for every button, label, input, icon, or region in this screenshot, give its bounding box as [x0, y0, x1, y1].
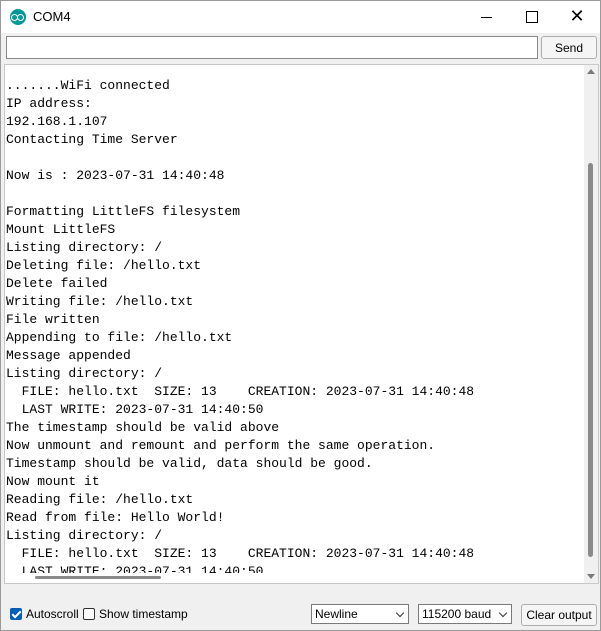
vertical-scroll-thumb[interactable]: [588, 163, 593, 557]
line-ending-select[interactable]: Newline: [311, 604, 409, 624]
serial-monitor-window: COM4 ✕ Send .......WiFi connected IP add…: [0, 0, 601, 631]
clear-output-button[interactable]: Clear output: [521, 604, 597, 626]
show-timestamp-label[interactable]: Show timestamp: [99, 607, 188, 621]
chevron-down-icon: [498, 608, 508, 618]
horizontal-scroll-thumb[interactable]: [35, 576, 161, 579]
vertical-scrollbar[interactable]: [584, 65, 598, 583]
close-icon: ✕: [569, 6, 585, 27]
close-button[interactable]: ✕: [554, 1, 600, 33]
output-text: .......WiFi connected IP address: 192.16…: [6, 78, 475, 579]
scroll-up-icon[interactable]: [587, 69, 595, 74]
scroll-down-icon[interactable]: [587, 574, 595, 579]
minimize-icon: [480, 16, 492, 18]
chevron-down-icon: [395, 608, 405, 618]
maximize-icon: [526, 11, 538, 23]
arduino-icon: [10, 9, 26, 25]
send-input[interactable]: [6, 36, 538, 59]
maximize-button[interactable]: [509, 1, 555, 33]
line-ending-value: Newline: [315, 607, 358, 621]
horizontal-scrollbar[interactable]: [5, 573, 584, 583]
baud-rate-select[interactable]: 115200 baud: [418, 604, 512, 624]
send-button[interactable]: Send: [541, 36, 597, 59]
baud-rate-value: 115200 baud: [422, 607, 492, 621]
serial-output[interactable]: .......WiFi connected IP address: 192.16…: [4, 64, 599, 584]
window-title: COM4: [33, 9, 71, 24]
title-bar[interactable]: COM4 ✕: [1, 1, 600, 33]
show-timestamp-checkbox[interactable]: [83, 608, 95, 620]
minimize-button[interactable]: [463, 1, 509, 33]
autoscroll-checkbox[interactable]: [10, 608, 22, 620]
autoscroll-label[interactable]: Autoscroll: [26, 607, 79, 621]
